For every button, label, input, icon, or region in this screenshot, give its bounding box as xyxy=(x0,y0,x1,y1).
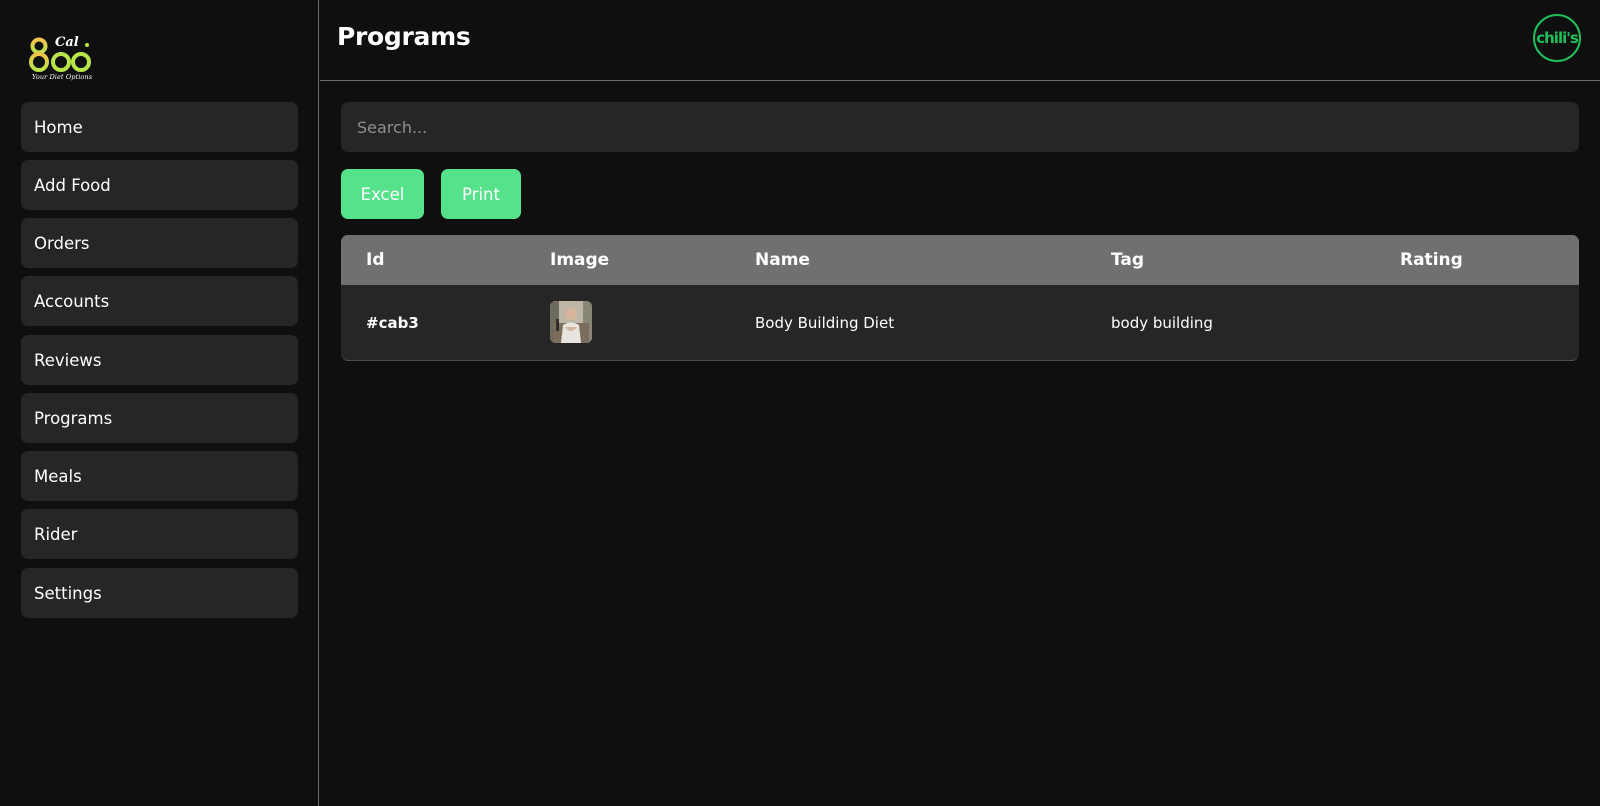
brand-avatar[interactable]: chili's xyxy=(1533,14,1581,62)
excel-export-button[interactable]: Excel xyxy=(341,169,424,219)
sidebar-item-label: Settings xyxy=(34,583,102,603)
page-title: Programs xyxy=(337,22,471,51)
sidebar-item-label: Programs xyxy=(34,408,113,428)
sidebar-item-label: Home xyxy=(34,117,83,137)
sidebar-item-meals[interactable]: Meals xyxy=(21,451,298,501)
sidebar-item-label: Accounts xyxy=(34,291,110,311)
program-thumbnail-image xyxy=(550,301,592,343)
program-photo-icon xyxy=(550,301,592,343)
programs-table: Id Image Name Tag Rating #cab3 Body Buil… xyxy=(341,235,1579,361)
column-header-rating[interactable]: Rating xyxy=(1400,235,1463,285)
sidebar-item-label: Reviews xyxy=(34,350,102,370)
top-header: Programs chili's xyxy=(320,0,1600,81)
logo-tagline: Your Diet Options xyxy=(32,73,93,81)
column-header-name[interactable]: Name xyxy=(755,235,810,285)
cell-id: #cab3 xyxy=(366,313,419,332)
sidebar-item-add-food[interactable]: Add Food xyxy=(21,160,298,210)
logo-cal-text: Cal xyxy=(55,35,79,50)
sidebar-item-label: Add Food xyxy=(34,175,111,195)
print-button-label: Print xyxy=(462,184,500,204)
sidebar-item-programs[interactable]: Programs xyxy=(21,393,298,443)
sidebar-item-accounts[interactable]: Accounts xyxy=(21,276,298,326)
column-header-id[interactable]: Id xyxy=(366,235,385,285)
brand-avatar-text: chili's xyxy=(1536,29,1579,47)
sidebar-item-label: Meals xyxy=(34,466,82,486)
sidebar-item-rider[interactable]: Rider xyxy=(21,509,298,559)
table-header: Id Image Name Tag Rating xyxy=(341,235,1579,285)
sidebar-item-reviews[interactable]: Reviews xyxy=(21,335,298,385)
excel-button-label: Excel xyxy=(360,184,405,204)
app-root: Cal Your Diet Options Home Add Food Orde… xyxy=(0,0,1600,806)
sidebar-item-home[interactable]: Home xyxy=(21,102,298,152)
sidebar: Cal Your Diet Options Home Add Food Orde… xyxy=(0,0,319,806)
sidebar-item-label: Orders xyxy=(34,233,90,253)
app-logo[interactable]: Cal Your Diet Options xyxy=(28,33,94,85)
cell-tag: body building xyxy=(1111,313,1213,332)
sidebar-item-label: Rider xyxy=(34,524,78,544)
table-row[interactable]: #cab3 Body Building Diet body building xyxy=(341,285,1579,360)
cell-name: Body Building Diet xyxy=(755,313,895,332)
search-input[interactable] xyxy=(341,102,1579,152)
sidebar-item-orders[interactable]: Orders xyxy=(21,218,298,268)
column-header-image[interactable]: Image xyxy=(550,235,609,285)
sidebar-item-settings[interactable]: Settings xyxy=(21,568,298,618)
print-button[interactable]: Print xyxy=(441,169,521,219)
column-header-tag[interactable]: Tag xyxy=(1111,235,1144,285)
